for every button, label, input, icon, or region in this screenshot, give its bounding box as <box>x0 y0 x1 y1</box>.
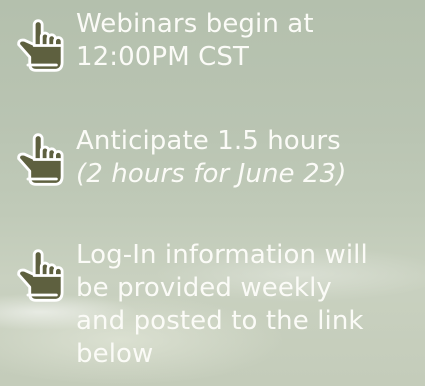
info-line: be provided weekly <box>76 273 332 303</box>
pointing-hand-icon <box>12 132 67 187</box>
pointing-hand-icon <box>12 18 67 73</box>
info-panel: Webinars begin at 12:00PM CST Anticipate… <box>0 0 425 386</box>
info-line: below <box>76 339 154 369</box>
info-line: Log-In information will <box>76 240 368 270</box>
info-note: (2 hours for June 23) <box>76 159 347 189</box>
info-line: and posted to the link <box>76 306 364 336</box>
info-line: 12:00PM CST <box>76 42 249 72</box>
info-text: Log-In information will be provided week… <box>76 239 421 371</box>
info-text: Webinars begin at 12:00PM CST <box>76 8 421 74</box>
info-line: Webinars begin at <box>76 9 314 39</box>
pointing-hand-icon <box>12 248 67 303</box>
info-text: Anticipate 1.5 hours (2 hours for June 2… <box>76 125 421 191</box>
info-line: Anticipate 1.5 hours <box>76 126 341 156</box>
